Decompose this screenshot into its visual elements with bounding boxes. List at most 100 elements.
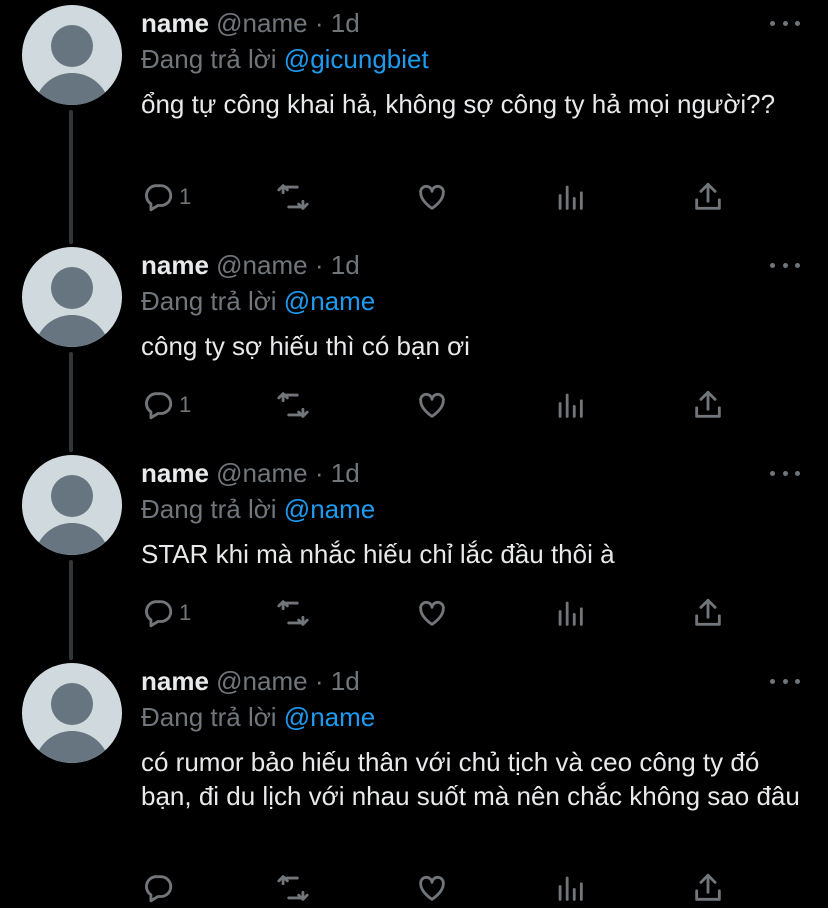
share-icon	[695, 873, 721, 901]
tweet[interactable]: name @name · 1d Đang trả lời @name công …	[0, 247, 828, 447]
like-button[interactable]	[415, 593, 449, 633]
tweet[interactable]: name @name · 1d Đang trả lời @name STAR …	[0, 455, 828, 655]
timestamp[interactable]: 1d	[331, 666, 360, 696]
reply-icon	[145, 600, 173, 628]
user-handle[interactable]: @name	[216, 666, 307, 696]
retweet-button[interactable]	[276, 177, 310, 217]
heart-icon	[419, 600, 445, 626]
retweet-button[interactable]	[276, 593, 310, 633]
share-button[interactable]	[691, 868, 725, 908]
user-handle[interactable]: @name	[216, 250, 307, 280]
separator-dot: ·	[314, 458, 324, 488]
retweet-icon	[277, 600, 309, 626]
retweet-button[interactable]	[276, 868, 310, 908]
reply-button[interactable]: 1	[141, 177, 191, 217]
analytics-icon	[558, 876, 583, 901]
mention-link[interactable]: @name	[284, 286, 375, 316]
reply-thread: name @name · 1d Đang trả lời @gicungbiet…	[0, 0, 828, 903]
separator-dot: ·	[314, 666, 324, 696]
analytics-button[interactable]	[553, 868, 587, 908]
separator-dot: ·	[314, 250, 324, 280]
user-handle[interactable]: @name	[216, 458, 307, 488]
default-avatar-icon	[51, 683, 93, 725]
retweet-button[interactable]	[276, 385, 310, 425]
reply-icon	[145, 392, 173, 420]
avatar[interactable]	[22, 455, 122, 555]
reply-count: 1	[179, 184, 192, 209]
more-horizontal-icon[interactable]	[770, 671, 800, 691]
analytics-icon	[558, 185, 583, 210]
share-icon	[695, 182, 721, 210]
tweet-actions: 1	[141, 385, 741, 425]
tweet-text: công ty sợ hiếu thì có bạn ơi	[141, 331, 470, 361]
replying-to-label: Đang trả lời	[141, 494, 277, 524]
heart-icon	[419, 392, 445, 418]
reply-button[interactable]: 1	[141, 593, 191, 633]
replying-to: Đang trả lời @name	[141, 283, 375, 319]
share-icon	[695, 390, 721, 418]
replying-to-label: Đang trả lời	[141, 44, 277, 74]
reply-button[interactable]	[141, 868, 179, 908]
tweet-actions	[141, 868, 741, 908]
replying-to: Đang trả lời @name	[141, 491, 375, 527]
retweet-icon	[277, 392, 309, 418]
analytics-button[interactable]	[553, 177, 587, 217]
retweet-icon	[277, 875, 309, 901]
default-avatar-icon	[51, 475, 93, 517]
share-button[interactable]	[691, 593, 725, 633]
like-button[interactable]	[415, 385, 449, 425]
more-horizontal-icon[interactable]	[770, 255, 800, 275]
tweet-header: name @name · 1d	[141, 247, 360, 283]
tweet-header: name @name · 1d	[141, 5, 360, 41]
analytics-icon	[558, 393, 583, 418]
timestamp[interactable]: 1d	[331, 8, 360, 38]
tweet-header: name @name · 1d	[141, 663, 360, 699]
user-handle[interactable]: @name	[216, 8, 307, 38]
default-avatar-icon	[51, 25, 93, 67]
tweet-actions: 1	[141, 593, 741, 633]
timestamp[interactable]: 1d	[331, 250, 360, 280]
separator-dot: ·	[314, 8, 324, 38]
tweet-text: ổng tự công khai hả, không sợ công ty hả…	[141, 89, 776, 119]
like-button[interactable]	[415, 177, 449, 217]
heart-icon	[419, 184, 445, 210]
mention-link[interactable]: @name	[284, 702, 375, 732]
display-name[interactable]: name	[141, 458, 209, 488]
replying-to-label: Đang trả lời	[141, 702, 277, 732]
tweet-actions: 1	[141, 177, 741, 217]
replying-to: Đang trả lời @gicungbiet	[141, 41, 429, 77]
reply-count: 1	[179, 600, 192, 625]
default-avatar-icon	[51, 267, 93, 309]
replying-to-label: Đang trả lời	[141, 286, 277, 316]
reply-icon	[145, 184, 173, 212]
timestamp[interactable]: 1d	[331, 458, 360, 488]
tweet-text: STAR khi mà nhắc hiếu chỉ lắc đầu thôi à	[141, 539, 615, 569]
reply-count: 1	[179, 392, 192, 417]
display-name[interactable]: name	[141, 8, 209, 38]
share-button[interactable]	[691, 385, 725, 425]
avatar[interactable]	[22, 663, 122, 763]
analytics-button[interactable]	[553, 385, 587, 425]
mention-link[interactable]: @name	[284, 494, 375, 524]
replying-to: Đang trả lời @name	[141, 699, 375, 735]
retweet-icon	[277, 184, 309, 210]
avatar[interactable]	[22, 5, 122, 105]
analytics-icon	[558, 601, 583, 626]
more-horizontal-icon[interactable]	[770, 13, 800, 33]
analytics-button[interactable]	[553, 593, 587, 633]
avatar[interactable]	[22, 247, 122, 347]
heart-icon	[419, 875, 445, 901]
tweet[interactable]: name @name · 1d Đang trả lời @gicungbiet…	[0, 5, 828, 240]
share-icon	[695, 598, 721, 626]
display-name[interactable]: name	[141, 666, 209, 696]
mention-link[interactable]: @gicungbiet	[284, 44, 429, 74]
display-name[interactable]: name	[141, 250, 209, 280]
reply-icon	[145, 875, 173, 903]
reply-button[interactable]: 1	[141, 385, 191, 425]
tweet-header: name @name · 1d	[141, 455, 360, 491]
tweet[interactable]: name @name · 1d Đang trả lời @name có ru…	[0, 663, 828, 903]
tweet-text: có rumor bảo hiếu thân với chủ tịch và c…	[141, 747, 800, 811]
like-button[interactable]	[415, 868, 449, 908]
share-button[interactable]	[691, 177, 725, 217]
more-horizontal-icon[interactable]	[770, 463, 800, 483]
